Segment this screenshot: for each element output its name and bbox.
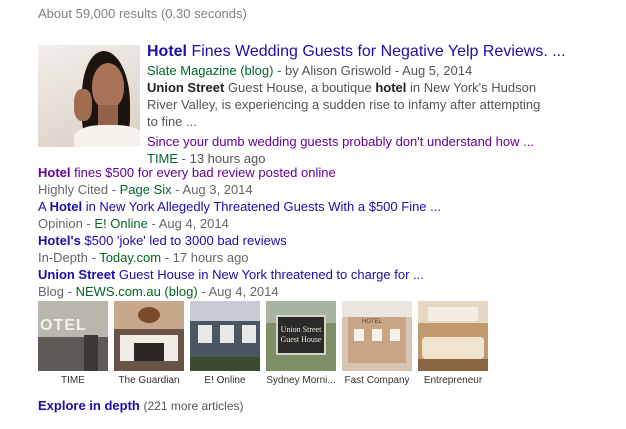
image-caption: The Guardian	[118, 375, 180, 386]
image-caption: Entrepreneur	[423, 375, 483, 386]
explore-in-depth: Explore in depth (221 more articles)	[38, 398, 244, 413]
related-article-link[interactable]: A Hotel in New York Allegedly Threatened…	[38, 198, 598, 215]
more-articles-count: (221 more articles)	[143, 399, 244, 413]
article-thumbnail[interactable]	[38, 45, 140, 147]
image-thumbnail[interactable]	[114, 301, 184, 371]
image-caption: TIME	[61, 375, 85, 386]
image-item[interactable]: E! Online	[190, 301, 260, 386]
image-caption: E! Online	[204, 375, 246, 386]
image-item[interactable]: The Guardian	[114, 301, 184, 386]
image-thumbnail[interactable]: HOTEL	[342, 301, 412, 371]
image-caption: Fast Company	[344, 375, 410, 386]
related-article-link[interactable]: Union Street Guest House in New York thr…	[38, 266, 598, 283]
top-story: Hotel Fines Wedding Guests for Negative …	[147, 42, 566, 167]
image-thumbnail[interactable]	[418, 301, 488, 371]
related-article-meta: Opinion - E! Online - Aug 4, 2014	[38, 216, 229, 231]
top-story-title-link[interactable]: Hotel Fines Wedding Guests for Negative …	[147, 42, 566, 62]
explore-in-depth-link[interactable]: Explore in depth	[38, 398, 140, 413]
image-item[interactable]: OTEL TIME	[38, 301, 108, 386]
top-story-source[interactable]: Slate Magazine (blog)	[147, 63, 273, 78]
related-article-meta: Blog - NEWS.com.au (blog) - Aug 4, 2014	[38, 284, 279, 299]
image-thumbnail[interactable]	[190, 301, 260, 371]
image-strip: OTEL TIME The Guardian E! Online Union S…	[38, 301, 598, 391]
results-stats: About 59,000 results (0.30 seconds)	[38, 6, 247, 21]
related-article-meta: Highly Cited - Page Six - Aug 3, 2014	[38, 182, 253, 197]
image-item[interactable]: Entrepreneur	[418, 301, 488, 386]
image-caption: Sydney Morni...	[266, 375, 336, 386]
top-story-snippet: Union Street Guest House, a boutique hot…	[147, 80, 541, 129]
image-item[interactable]: HOTEL Fast Company	[342, 301, 412, 386]
related-article-meta: In-Depth - Today.com - 17 hours ago	[38, 250, 249, 265]
related-article-link[interactable]: Hotel fines $500 for every bad review po…	[38, 164, 598, 181]
secondary-story-link[interactable]: Since your dumb wedding guests probably …	[147, 133, 547, 150]
image-item[interactable]: Union Street Guest House Sydney Morni...	[266, 301, 336, 386]
related-article-link[interactable]: Hotel's $500 'joke' led to 3000 bad revi…	[38, 232, 598, 249]
image-thumbnail[interactable]: OTEL	[38, 301, 108, 371]
image-thumbnail[interactable]: Union Street Guest House	[266, 301, 336, 371]
top-story-meta: Slate Magazine (blog) - by Alison Griswo…	[147, 63, 473, 78]
related-articles: Hotel fines $500 for every bad review po…	[38, 164, 598, 300]
